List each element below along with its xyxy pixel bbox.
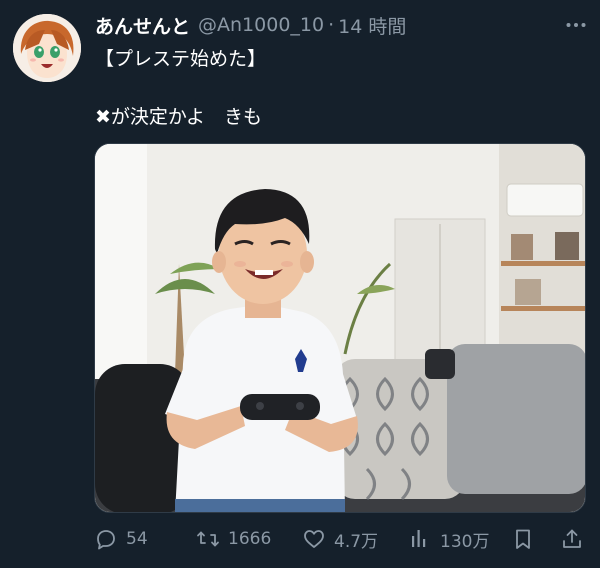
share-button[interactable] <box>560 524 584 554</box>
retweet-icon <box>197 531 219 547</box>
more-icon <box>566 23 586 27</box>
post-image[interactable] <box>94 143 586 513</box>
avatar[interactable] <box>13 14 81 82</box>
reply-button[interactable]: 54 <box>94 524 148 554</box>
retweet-count: 1666 <box>228 529 272 549</box>
display-name[interactable]: あんせんと <box>95 12 190 39</box>
share-icon <box>563 529 581 548</box>
action-bar: 54 1666 4.7万 130万 <box>94 524 586 554</box>
post-text-line-2: ✖が決定かよ きも <box>95 106 262 128</box>
like-count: 4.7万 <box>334 531 379 552</box>
reply-count: 54 <box>126 529 148 549</box>
heart-icon <box>304 530 324 548</box>
bookmark-button[interactable] <box>511 524 535 554</box>
post-header: あんせんと @An1000_10 · 14 時間 <box>95 10 560 40</box>
user-handle[interactable]: @An1000_10 <box>198 14 324 36</box>
post[interactable]: あんせんと @An1000_10 · 14 時間 【プレステ始めた】 ✖が決定か… <box>0 0 600 568</box>
like-button[interactable]: 4.7万 <box>302 524 378 554</box>
separator: · <box>328 14 335 36</box>
view-count: 130万 <box>440 531 490 552</box>
photo-child-playing-game <box>95 144 585 512</box>
retweet-button[interactable]: 1666 <box>196 524 271 554</box>
timestamp[interactable]: 14 時間 <box>338 12 406 39</box>
more-button[interactable] <box>564 13 588 37</box>
views-button[interactable]: 130万 <box>408 524 489 554</box>
speech-bubble-icon <box>97 530 115 550</box>
bar-chart-icon <box>412 530 426 547</box>
avatar-illustration <box>13 14 81 82</box>
bookmark-icon <box>516 529 530 549</box>
post-text-line-1: 【プレステ始めた】 <box>95 48 267 70</box>
